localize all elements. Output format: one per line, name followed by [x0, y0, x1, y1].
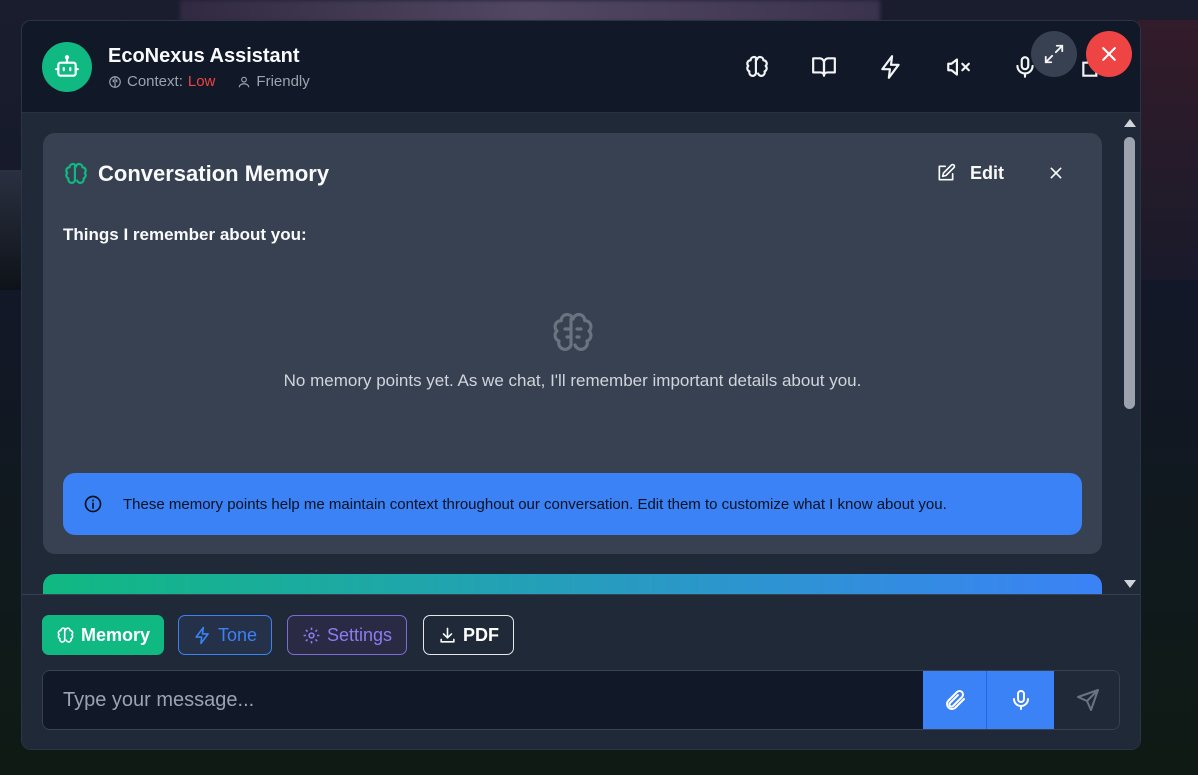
- message-card: [43, 574, 1102, 594]
- attach-button[interactable]: [923, 671, 987, 729]
- memory-label: Memory: [81, 624, 151, 645]
- settings-button[interactable]: Settings: [287, 615, 408, 655]
- brain-icon: [109, 75, 121, 88]
- context-label: Context:: [127, 73, 183, 90]
- chat-messages[interactable]: Conversation Memory Edit Things I rememb…: [22, 113, 1140, 594]
- book-icon[interactable]: [810, 53, 838, 81]
- app-title: EcoNexus Assistant: [108, 45, 300, 67]
- edit-memory-button[interactable]: Edit: [936, 161, 1004, 185]
- expand-icon: [1044, 44, 1064, 64]
- zap-icon: [195, 626, 209, 644]
- expand-button[interactable]: [1031, 31, 1077, 77]
- message-input[interactable]: [43, 671, 923, 729]
- edit-label: Edit: [970, 162, 1004, 183]
- context-status: Context: Low Friendly: [108, 73, 310, 90]
- brain-icon: [57, 626, 74, 643]
- brain-icon: [553, 312, 593, 351]
- background-blur: [180, 0, 880, 22]
- brain-icon[interactable]: [743, 53, 771, 81]
- memory-panel: Conversation Memory Edit Things I rememb…: [43, 133, 1102, 554]
- info-text: These memory points help me maintain con…: [123, 495, 947, 513]
- scroll-thumb[interactable]: [1124, 137, 1135, 409]
- mic-icon: [1012, 690, 1029, 710]
- scroll-down-arrow[interactable]: [1124, 580, 1136, 588]
- message-composer: [42, 670, 1120, 730]
- background-blur: [1138, 20, 1198, 280]
- close-icon: [1102, 47, 1116, 61]
- edit-icon: [938, 163, 956, 181]
- volume-mute-icon[interactable]: [944, 53, 972, 81]
- close-memory-button[interactable]: [1045, 162, 1067, 184]
- persona-label: Friendly: [256, 73, 310, 90]
- settings-label: Settings: [327, 624, 393, 645]
- paperclip-icon: [945, 689, 965, 710]
- assistant-window: EcoNexus Assistant Context: Low Friendly: [21, 20, 1141, 750]
- memory-button[interactable]: Memory: [42, 615, 165, 655]
- close-button[interactable]: [1086, 31, 1132, 77]
- zap-icon[interactable]: [877, 53, 905, 81]
- gear-icon: [303, 627, 320, 643]
- bot-avatar: [42, 42, 92, 92]
- info-icon: [84, 495, 102, 513]
- send-button[interactable]: [1054, 671, 1119, 729]
- close-icon: [1050, 167, 1062, 179]
- empty-memory-text: No memory points yet. As we chat, I'll r…: [283, 371, 862, 390]
- memory-title: Conversation Memory: [98, 161, 330, 186]
- pdf-button[interactable]: PDF: [423, 615, 514, 655]
- bot-icon: [55, 55, 79, 77]
- user-icon: [239, 76, 250, 87]
- brain-icon: [65, 162, 87, 184]
- chat-header: EcoNexus Assistant Context: Low Friendly: [22, 21, 1140, 113]
- pdf-label: PDF: [463, 624, 499, 645]
- send-icon: [1076, 689, 1099, 711]
- background-blur: [0, 170, 22, 290]
- scroll-up-arrow[interactable]: [1124, 119, 1136, 127]
- scrollbar[interactable]: [1120, 113, 1140, 594]
- context-level: Low: [187, 73, 216, 90]
- tone-button[interactable]: Tone: [178, 615, 273, 655]
- composer-area: Memory Tone Settings PDF: [22, 594, 1140, 749]
- info-banner: These memory points help me maintain con…: [63, 473, 1082, 535]
- tone-label: Tone: [218, 624, 258, 645]
- download-icon: [440, 627, 455, 643]
- voice-input-button[interactable]: [987, 671, 1054, 729]
- remember-heading: Things I remember about you:: [63, 225, 307, 244]
